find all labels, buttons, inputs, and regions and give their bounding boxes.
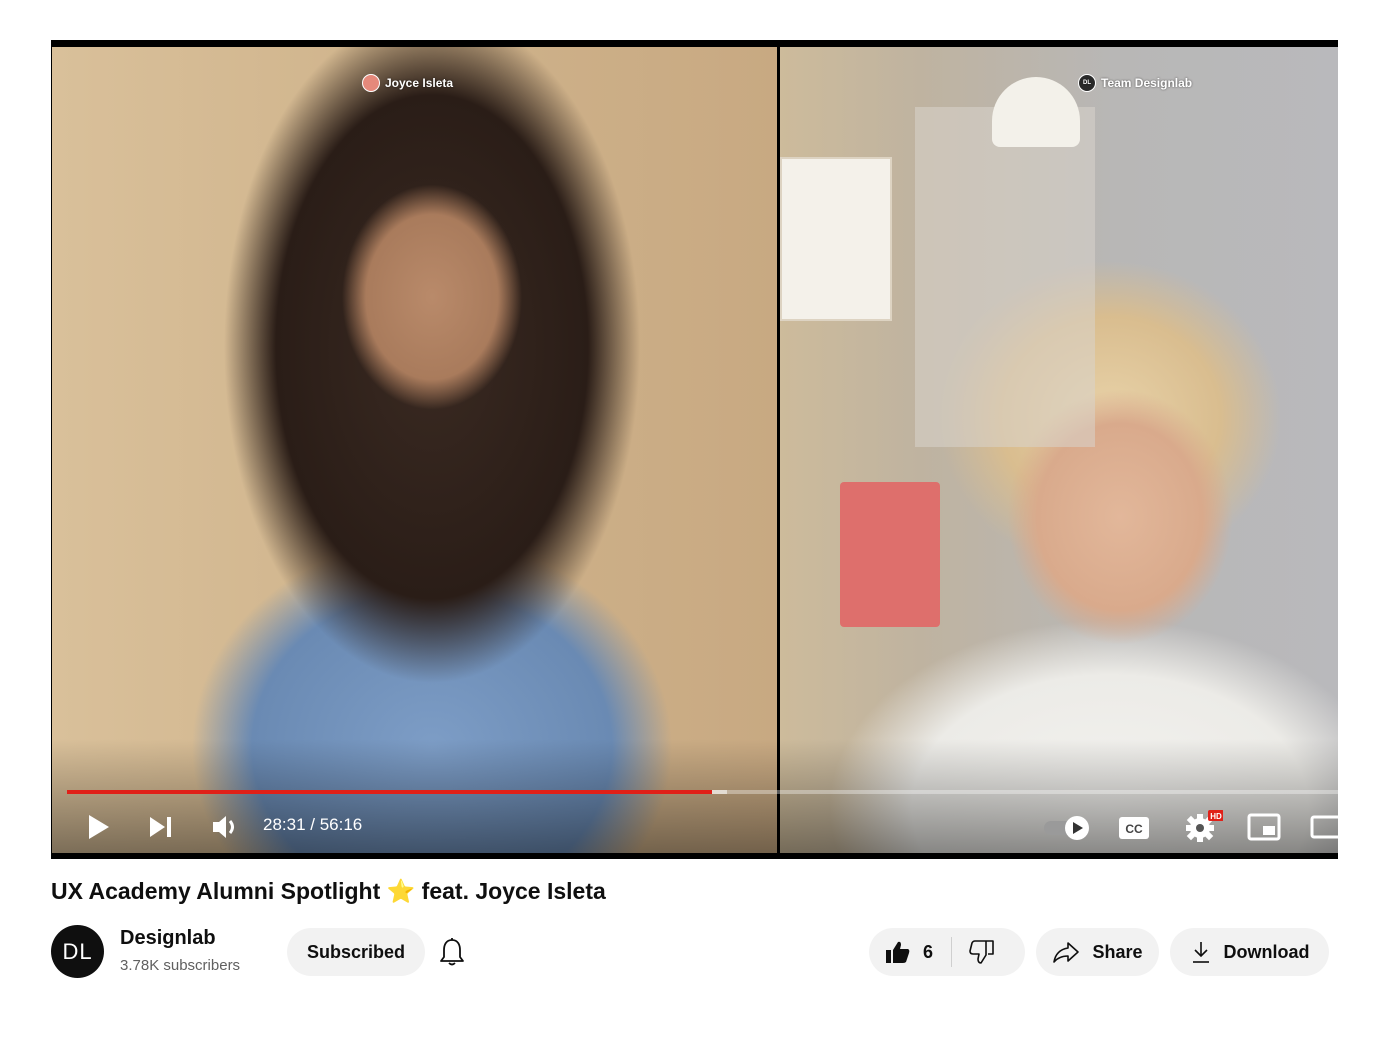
theater-mode-button[interactable] xyxy=(1309,812,1338,842)
like-count: 6 xyxy=(923,941,934,962)
participant-name-left: Joyce Isleta xyxy=(385,76,454,90)
basket xyxy=(840,482,940,627)
download-icon xyxy=(1192,942,1209,963)
svg-text:CC: CC xyxy=(1125,822,1143,836)
next-button[interactable] xyxy=(146,812,176,842)
thumbs-down-icon xyxy=(969,940,994,964)
captions-icon: CC xyxy=(1119,817,1149,839)
participant-name-tag-right: DL Team Designlab xyxy=(1078,74,1192,92)
download-label: Download xyxy=(1223,941,1310,962)
settings-icon: HD xyxy=(1186,810,1223,842)
channel-avatar[interactable]: DL xyxy=(51,925,104,978)
video-player[interactable]: Joyce Isleta DL Team Designlab 28:31 / 5… xyxy=(51,40,1338,859)
participant-name-tag-left: Joyce Isleta xyxy=(362,74,453,92)
video-title: UX Academy Alumni Spotlight ⭐ feat. Joyc… xyxy=(51,878,606,904)
captions-button[interactable]: CC xyxy=(1117,814,1151,842)
participant-avatar-icon: DL xyxy=(1078,74,1096,92)
participant-avatar-icon xyxy=(362,74,380,92)
play-button[interactable] xyxy=(84,810,114,844)
bell-icon xyxy=(440,938,464,966)
progress-bar[interactable] xyxy=(67,790,1338,794)
play-icon xyxy=(89,815,109,839)
share-icon xyxy=(1053,942,1080,963)
miniplayer-icon xyxy=(1247,813,1281,841)
theater-icon xyxy=(1310,815,1338,839)
wall-art xyxy=(780,157,892,321)
share-button[interactable]: Share xyxy=(1036,928,1159,976)
like-button[interactable]: 6 xyxy=(869,928,933,976)
next-icon xyxy=(150,817,171,837)
autoplay-toggle-icon xyxy=(1044,816,1089,840)
hd-badge: HD xyxy=(1210,812,1222,821)
notification-bell-button[interactable] xyxy=(438,936,466,968)
participant-tile-left: Joyce Isleta xyxy=(52,47,777,853)
thumbs-up-icon xyxy=(886,941,910,963)
subscriber-count: 3.78K subscribers xyxy=(120,957,241,974)
participant-tile-right: DL Team Designlab xyxy=(780,47,1338,853)
time-display: 28:31 / 56:16 xyxy=(263,815,363,834)
volume-button[interactable] xyxy=(208,810,242,844)
like-dislike-group: 6 xyxy=(869,928,1025,976)
channel-name[interactable]: Designlab xyxy=(120,927,216,950)
wall-lamp xyxy=(992,77,1080,147)
participant-name-right: Team Designlab xyxy=(1101,76,1193,90)
autoplay-toggle[interactable] xyxy=(1043,814,1091,842)
subscribed-button[interactable]: Subscribed xyxy=(287,928,425,976)
pegboard-background xyxy=(915,107,1095,447)
share-label: Share xyxy=(1092,941,1143,962)
volume-icon xyxy=(213,816,234,838)
download-button[interactable]: Download xyxy=(1170,928,1329,976)
progress-played xyxy=(67,790,712,794)
settings-button[interactable]: HD xyxy=(1183,810,1223,844)
dislike-button[interactable] xyxy=(952,928,1012,976)
miniplayer-button[interactable] xyxy=(1246,812,1282,842)
